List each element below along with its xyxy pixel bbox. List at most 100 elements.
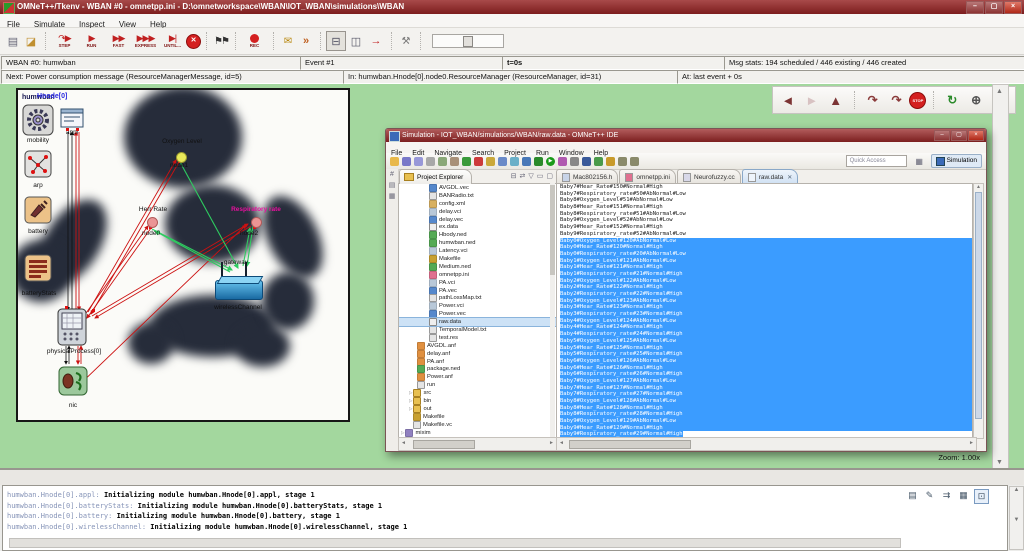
tree-item[interactable]: run [399, 381, 556, 390]
express-button[interactable]: ▶▶▶ EXPRESS [132, 34, 159, 49]
stop-icon[interactable] [474, 156, 483, 166]
quick-access-input[interactable]: Quick Access [845, 155, 907, 167]
tree-item[interactable]: TemporalModel.txt [399, 325, 556, 334]
save-all-icon[interactable] [414, 156, 423, 166]
speed-slider[interactable] [432, 34, 504, 48]
back-icon[interactable]: ◄ [777, 90, 799, 110]
title-bar[interactable]: OMNeT++/Tkenv - WBAN #0 - omnetpp.ini - … [0, 0, 1024, 14]
editor-vscrollbar[interactable]: ▲ [973, 183, 984, 439]
tree-item[interactable]: PA.anf [399, 357, 556, 366]
tree-shortcut-icon[interactable]: ▦ [389, 192, 396, 200]
canvas-stop-icon[interactable]: STOP [909, 91, 927, 109]
suspend-icon[interactable] [486, 156, 495, 166]
tree-item[interactable]: config.xml [399, 199, 556, 208]
network-canvas[interactable]: humwban Hnode[0] appl mobility arp batte… [16, 88, 350, 422]
record-button[interactable]: REC [241, 34, 268, 48]
pen-icon[interactable]: ✎ [923, 489, 936, 502]
slider-thumb[interactable] [463, 36, 473, 47]
layout-horizontal-icon[interactable] [326, 31, 346, 51]
tree-item[interactable]: Latency.vci [399, 247, 556, 256]
import-icon[interactable] [438, 156, 447, 166]
step-over-icon[interactable] [510, 156, 519, 166]
debug-icon[interactable] [534, 156, 543, 166]
messages-icon[interactable] [279, 31, 297, 51]
monitor-icon[interactable]: ⊡ [974, 489, 989, 504]
until-button[interactable]: ▶| UNTIL... [159, 34, 186, 49]
filter-icon[interactable] [297, 31, 315, 51]
run-until-inspector-icon[interactable]: ↷ [886, 90, 908, 110]
tree-item[interactable]: pathLossMap.txt [399, 294, 556, 303]
heart-node[interactable] [147, 217, 158, 228]
tree-item[interactable]: omnetpp.ini [399, 270, 556, 279]
expand-arrow-icon[interactable]: ▷ [409, 406, 412, 412]
project-explorer-tab[interactable]: Project Explorer [399, 169, 473, 184]
tree-item[interactable]: ex.data [399, 223, 556, 232]
run-inspector-icon[interactable]: ↷ [862, 90, 884, 110]
new-class-icon[interactable] [594, 156, 603, 166]
console-shortcut-icon[interactable]: ▤ [389, 181, 396, 189]
eclipse-minimize-icon[interactable]: – [934, 130, 950, 141]
perspective-simulation-button[interactable]: Simulation [930, 154, 982, 168]
tree-item[interactable]: AVGDL.anf [399, 341, 556, 350]
expand-arrow-icon[interactable]: ▷ [409, 390, 412, 396]
maximize-icon[interactable]: ▢ [985, 1, 1003, 14]
run-last-icon[interactable] [462, 156, 471, 166]
tree-item[interactable]: PA.vci [399, 278, 556, 287]
tree-item[interactable]: delay.vec [399, 215, 556, 224]
editor-hscrollbar[interactable]: ◄ ► [556, 437, 977, 451]
tree-item[interactable]: Makefile [399, 254, 556, 263]
shortcut-icon[interactable]: # [390, 171, 394, 178]
step-into-icon[interactable] [498, 156, 507, 166]
copy-icon[interactable]: ▤ [906, 489, 919, 502]
canvas-vscrollbar[interactable]: ▲ ▼ [992, 84, 1009, 470]
timeline-icon[interactable] [366, 31, 386, 51]
arp-graph-icon[interactable] [24, 150, 52, 178]
fields-icon[interactable]: ▦ [957, 489, 970, 502]
oxygen-node[interactable] [176, 152, 187, 163]
stop-icon[interactable]: ✕ [186, 33, 201, 49]
new-icon[interactable] [390, 156, 399, 166]
save-icon[interactable] [402, 156, 411, 166]
parent-module-icon[interactable]: ▲ [825, 90, 847, 110]
zoom-in-icon[interactable]: ⊕ [965, 90, 987, 110]
tree-item[interactable]: Power.anf [399, 373, 556, 382]
mobility-gear-icon[interactable] [22, 104, 54, 136]
redraw-icon[interactable]: ↻ [941, 90, 963, 110]
run-button[interactable]: ▶ RUN [78, 34, 105, 49]
run-icon[interactable] [546, 156, 555, 166]
battery-plug-icon[interactable] [24, 196, 52, 224]
tree-item[interactable]: Medium.ned [399, 262, 556, 271]
options-wrench-icon[interactable] [397, 31, 415, 51]
nav-back-icon[interactable] [618, 156, 627, 166]
editor-tab-neurofuzzy-cc[interactable]: Neurofuzzy.cc [677, 169, 741, 184]
nic-icon[interactable] [58, 366, 88, 396]
editor-tab-raw-data[interactable]: raw.data ✕ [741, 169, 799, 184]
scroll-up-icon[interactable]: ▲ [993, 85, 1006, 98]
export-icon[interactable] [450, 156, 459, 166]
layout-vertical-icon[interactable] [346, 31, 366, 51]
tree-item[interactable]: delay.anf [399, 349, 556, 358]
tree-item[interactable]: Power.vec [399, 310, 556, 319]
sync-icon[interactable] [606, 156, 615, 166]
finish-flags-icon[interactable] [212, 31, 230, 51]
tab-close-icon[interactable]: ✕ [787, 174, 792, 181]
tree-item[interactable]: PA.vec [399, 286, 556, 295]
external-tools-icon[interactable] [570, 156, 579, 166]
tree-item[interactable]: AVGDL.vec [399, 184, 556, 192]
respiratory-node[interactable] [251, 217, 262, 228]
physical-process-phone-icon[interactable] [56, 308, 88, 346]
view-menu-icon[interactable]: ▽ [528, 172, 533, 180]
tree-item[interactable]: BANRadio.txt [399, 191, 556, 200]
minimize-icon[interactable]: – [966, 1, 984, 14]
eclipse-maximize-icon[interactable]: ▢ [951, 130, 967, 141]
tree-item[interactable]: ▷ src [399, 389, 556, 398]
nav-forward-icon[interactable] [630, 156, 639, 166]
editor-tab-omnetpp-ini[interactable]: omnetpp.ini [619, 169, 676, 184]
fast-button[interactable]: ▶▶ FAST [105, 34, 132, 49]
editor-tab-mac802156-h[interactable]: Mac802156.h [556, 169, 619, 184]
tree-item[interactable]: Hbody.ned [399, 231, 556, 240]
profile-icon[interactable] [558, 156, 567, 166]
eclipse-title-bar[interactable]: Simulation - IOT_WBAN/simulations/WBAN/r… [386, 129, 986, 142]
tree-item[interactable]: raw.data [399, 317, 556, 328]
tree-item[interactable]: delay.vci [399, 207, 556, 216]
